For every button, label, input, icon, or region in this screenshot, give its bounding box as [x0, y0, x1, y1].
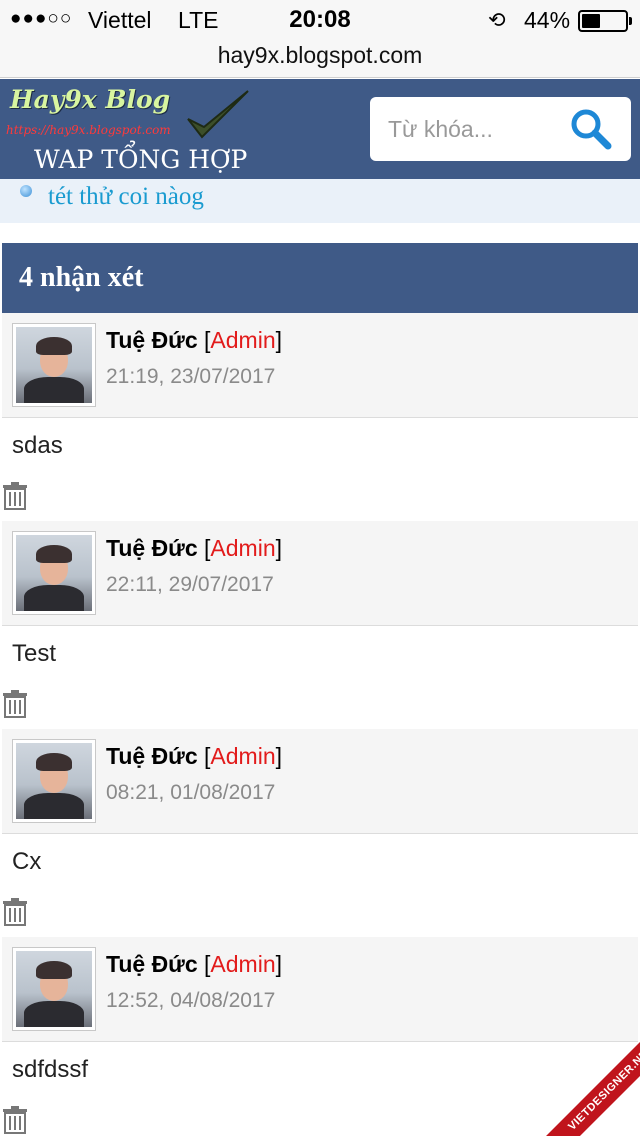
comment-header: Tuệ Đức [Admin] 12:52, 04/08/2017 [2, 937, 638, 1042]
author-role-badge: Admin [210, 743, 276, 769]
comment-item: Tuệ Đức [Admin] 12:52, 04/08/2017 sdfdss… [2, 937, 638, 1136]
comments-title: 4 nhận xét [2, 243, 638, 313]
comment-header: Tuệ Đức [Admin] 08:21, 01/08/2017 [2, 729, 638, 834]
avatar[interactable] [12, 947, 96, 1031]
rotation-lock-icon: ⟲ [488, 9, 506, 32]
comment-body: Test [2, 626, 638, 729]
search-input[interactable] [388, 97, 568, 161]
blog-header: Hay9x Blog https://hay9x.blogspot.com WA… [0, 79, 640, 179]
avatar[interactable] [12, 739, 96, 823]
comment-item: Tuệ Đức [Admin] 21:19, 23/07/2017 sdas [2, 313, 638, 521]
comment-text: Cx [12, 848, 42, 875]
logo-name: Hay9x Blog [10, 85, 171, 114]
site-logo[interactable]: Hay9x Blog https://hay9x.blogspot.com WA… [6, 83, 256, 175]
battery-fill [582, 14, 600, 28]
comment-text: sdfdssf [12, 1056, 89, 1083]
author-name[interactable]: Tuệ Đức [106, 743, 198, 769]
author-role-badge: Admin [210, 951, 276, 977]
author-name[interactable]: Tuệ Đức [106, 327, 198, 353]
comment-item: Tuệ Đức [Admin] 22:11, 29/07/2017 Test [2, 521, 638, 729]
comment-header: Tuệ Đức [Admin] 22:11, 29/07/2017 [2, 521, 638, 626]
status-bar: ●●●○○ Viettel LTE 20:08 ⟲ 44% [0, 0, 640, 40]
trash-icon[interactable] [2, 1106, 28, 1134]
author-name[interactable]: Tuệ Đức [106, 535, 198, 561]
avatar[interactable] [12, 323, 96, 407]
trash-icon[interactable] [2, 482, 28, 510]
author-role-badge: Admin [210, 535, 276, 561]
comment-author: Tuệ Đức [Admin] [106, 951, 283, 977]
comment-body: sdas [2, 418, 638, 521]
comment-body: Cx [2, 834, 638, 937]
search-box [370, 97, 631, 161]
comment-timestamp: 21:19, 23/07/2017 [106, 365, 276, 388]
search-icon[interactable] [568, 107, 614, 151]
battery-icon [578, 10, 632, 32]
comment-timestamp: 12:52, 04/08/2017 [106, 989, 276, 1012]
comment-body: sdfdssf [2, 1042, 638, 1136]
bullet-icon [20, 185, 32, 197]
battery-percent: 44% [524, 7, 571, 33]
author-role-badge: Admin [210, 327, 276, 353]
checkmark-icon [187, 90, 249, 139]
avatar[interactable] [12, 531, 96, 615]
comment-timestamp: 22:11, 29/07/2017 [106, 573, 274, 596]
comment-author: Tuệ Đức [Admin] [106, 743, 283, 769]
trash-icon[interactable] [2, 898, 28, 926]
author-name[interactable]: Tuệ Đức [106, 951, 198, 977]
notice-link[interactable]: tét thử coi nàog [48, 183, 204, 211]
comment-item: Tuệ Đức [Admin] 08:21, 01/08/2017 Cx [2, 729, 638, 937]
comment-header: Tuệ Đức [Admin] 21:19, 23/07/2017 [2, 313, 638, 418]
logo-tagline: WAP TỔNG HỢP [34, 145, 248, 174]
logo-url: https://hay9x.blogspot.com [6, 123, 171, 137]
comment-timestamp: 08:21, 01/08/2017 [106, 781, 276, 804]
comment-author: Tuệ Đức [Admin] [106, 535, 283, 561]
comments-section: 4 nhận xét Tuệ Đức [Admin] 21:19, 23/07/… [2, 243, 638, 1136]
address-bar[interactable]: hay9x.blogspot.com [0, 40, 640, 78]
notice-bar: tét thử coi nàog [0, 179, 640, 223]
trash-icon[interactable] [2, 690, 28, 718]
comment-author: Tuệ Đức [Admin] [106, 327, 283, 353]
comment-text: Test [12, 640, 57, 667]
comment-text: sdas [12, 432, 63, 459]
